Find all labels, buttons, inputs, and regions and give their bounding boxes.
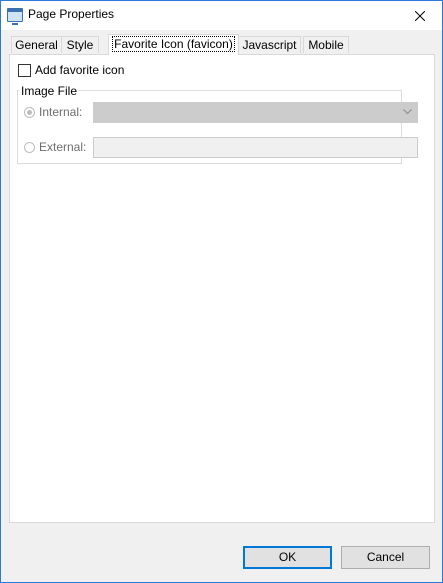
internal-radio[interactable]: [24, 106, 35, 118]
tab-style[interactable]: Style: [61, 36, 99, 53]
tab-general-label: General: [15, 38, 58, 52]
close-button[interactable]: [398, 1, 442, 30]
app-window-icon: [7, 8, 23, 25]
tab-mobile[interactable]: Mobile: [303, 36, 349, 53]
external-url-field[interactable]: [93, 137, 418, 158]
add-favorite-icon-option[interactable]: Add favorite icon: [18, 63, 124, 77]
chevron-down-icon: [403, 109, 412, 115]
tab-javascript[interactable]: Javascript: [238, 36, 301, 53]
window-title: Page Properties: [28, 7, 115, 21]
tab-style-label: Style: [66, 38, 94, 52]
favicon-tab-panel: Add favorite icon Image File Internal: E…: [9, 54, 435, 523]
ok-button[interactable]: OK: [243, 546, 332, 569]
close-icon: [415, 10, 425, 21]
internal-label: Internal:: [39, 105, 83, 119]
external-label: External:: [39, 140, 87, 154]
tab-javascript-label: Javascript: [242, 38, 297, 52]
internal-option[interactable]: Internal:: [24, 105, 82, 119]
external-radio[interactable]: [24, 141, 35, 153]
image-file-group: Image File Internal: External:: [17, 84, 418, 164]
title-bar[interactable]: Page Properties: [1, 1, 442, 30]
add-favorite-icon-label: Add favorite icon: [35, 63, 125, 77]
page-properties-dialog: Page Properties General Style Favorite I…: [0, 0, 443, 583]
add-favorite-icon-checkbox[interactable]: [18, 63, 31, 77]
external-option[interactable]: External:: [24, 140, 86, 154]
cancel-button[interactable]: Cancel: [341, 546, 430, 569]
tab-favicon[interactable]: Favorite Icon (favicon): [108, 34, 239, 55]
internal-image-select[interactable]: [93, 102, 418, 123]
tab-favicon-label: Favorite Icon (favicon): [112, 36, 235, 52]
image-file-group-title: Image File: [19, 84, 80, 98]
tab-strip: General Style Favorite Icon (favicon) Ja…: [9, 34, 435, 55]
tab-general[interactable]: General: [11, 36, 62, 53]
tab-mobile-label: Mobile: [308, 38, 344, 52]
